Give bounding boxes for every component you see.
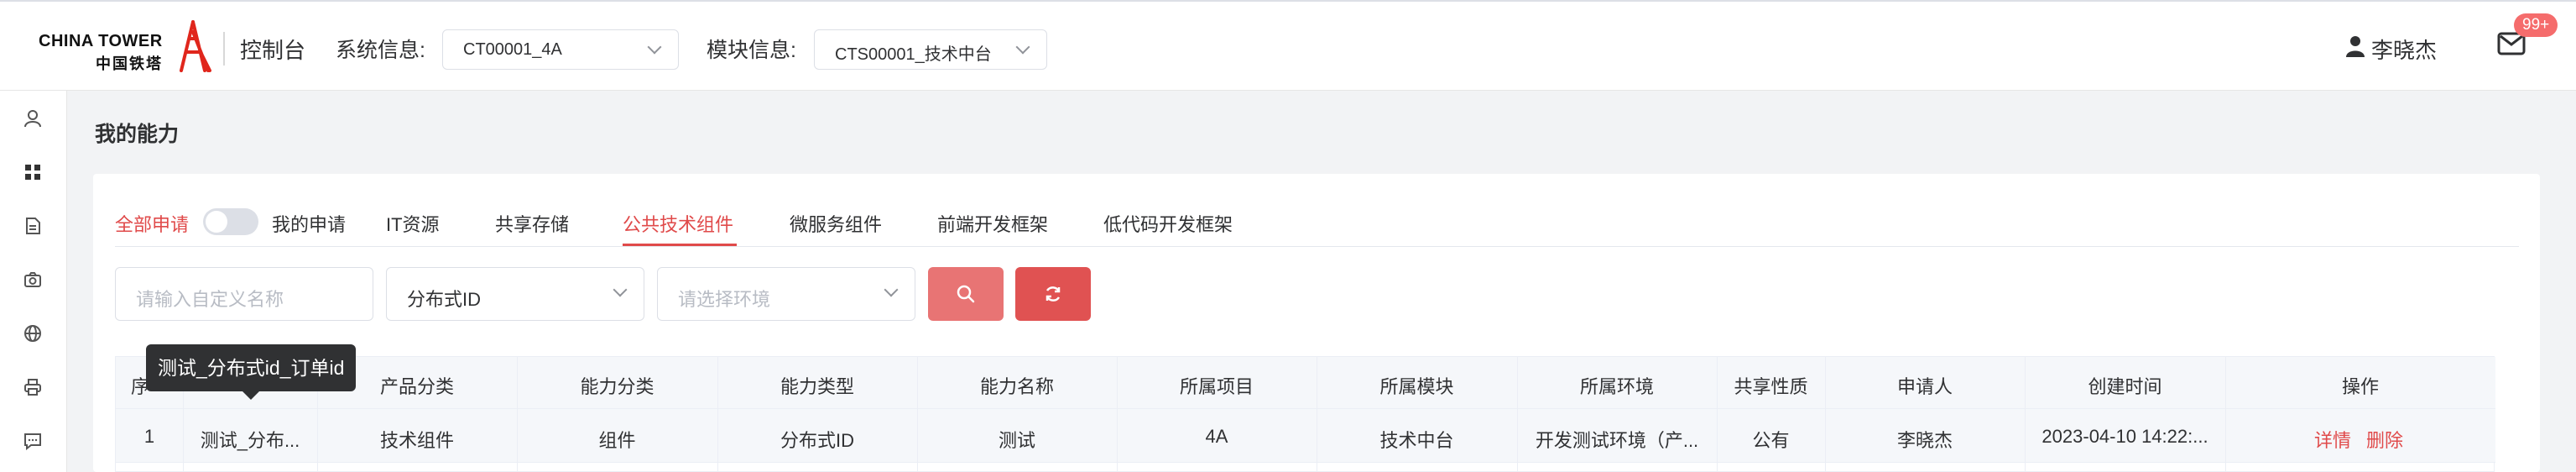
delete-link[interactable]: 删除 (2366, 426, 2403, 453)
app-page: CHINA TOWER 中国铁塔 控制台 系统信息: CT00001_4A 模块… (0, 0, 2576, 472)
logo-chinese: 中国铁塔 (96, 55, 163, 72)
cell-ability-name: 测试 (998, 430, 1035, 451)
globe-icon[interactable] (23, 324, 42, 343)
cell-environment: 开发测试环境（产... (1535, 430, 1699, 451)
console-title[interactable]: 控制台 (240, 34, 305, 65)
logo-english: CHINA TOWER (39, 32, 163, 50)
module-select[interactable]: CTS00001_技术中台 (814, 29, 1047, 70)
module-select-value: CTS00001_技术中台 (835, 45, 992, 64)
col-header-actions: 操作 (2341, 376, 2379, 397)
col-header-ability-name: 能力名称 (979, 376, 1054, 397)
top-header: CHINA TOWER 中国铁塔 控制台 系统信息: CT00001_4A 模块… (0, 0, 2576, 91)
cell-module: 技术中台 (1379, 430, 1454, 451)
user-icon (2346, 36, 2365, 57)
user-icon[interactable] (23, 109, 42, 128)
cell-applicant: 李晓杰 (1896, 430, 1953, 451)
printer-icon[interactable] (23, 378, 42, 396)
module-info-label: 模块信息: (707, 39, 796, 62)
cell-index: 1 (143, 426, 155, 447)
custom-name-input[interactable]: 请输入自定义名称 (115, 267, 373, 321)
sidebar (0, 91, 67, 472)
mail-badge: 99+ (2514, 13, 2558, 37)
tab-all-applications[interactable]: 全部申请 (115, 210, 189, 237)
col-header-share: 共享性质 (1734, 376, 1808, 397)
tab-microservice-components[interactable]: 微服务组件 (790, 210, 882, 237)
cell-type: 分布式ID (780, 430, 854, 451)
header-divider (223, 32, 225, 66)
col-header-module: 所属模块 (1379, 376, 1454, 397)
component-type-select[interactable]: 分布式ID (386, 267, 644, 321)
cell-category: 组件 (598, 430, 636, 451)
tabs-divider (115, 246, 2519, 247)
environment-placeholder: 请选择环境 (678, 289, 771, 310)
system-select[interactable]: CT00001_4A (442, 29, 679, 70)
page-title: 我的能力 (95, 123, 180, 146)
active-tab-indicator (623, 244, 737, 246)
col-header-type: 能力类型 (780, 376, 854, 397)
grid-icon[interactable] (23, 163, 42, 181)
tab-public-tech-components[interactable]: 公共技术组件 (623, 210, 733, 237)
chevron-down-icon (647, 39, 662, 55)
reset-button[interactable] (1015, 267, 1091, 321)
refresh-icon (1046, 286, 1061, 302)
col-header-category: 能力分类 (580, 376, 654, 397)
ability-table: 序 产品分类 能力分类 能力类型 能力名称 所属项目 所属模块 所属环境 共享性… (115, 356, 2495, 472)
tooltip-arrow (242, 391, 259, 400)
user-name: 李晓杰 (2371, 38, 2438, 63)
chat-icon[interactable] (23, 432, 42, 450)
chevron-down-icon (884, 282, 899, 297)
search-button[interactable] (928, 267, 1004, 321)
tab-frontend-framework[interactable]: 前端开发框架 (937, 210, 1048, 237)
component-type-value: 分布式ID (407, 289, 482, 310)
col-header-project: 所属项目 (1179, 376, 1254, 397)
col-header-environment: 所属环境 (1579, 376, 1654, 397)
custom-name-placeholder: 请输入自定义名称 (136, 289, 284, 310)
cell-created: 2023-04-10 14:22:... (2042, 426, 2208, 447)
detail-link[interactable]: 详情 (2314, 426, 2351, 453)
cell-name[interactable]: 测试_分布... (183, 426, 317, 453)
system-select-value: CT00001_4A (463, 40, 562, 59)
name-tooltip: 测试_分布式id_订单id (146, 344, 357, 391)
col-header-created: 创建时间 (2088, 376, 2162, 397)
toggle-knob (206, 211, 227, 233)
mine-toggle[interactable] (203, 208, 258, 235)
chevron-down-icon (613, 282, 628, 297)
chevron-down-icon (1015, 39, 1030, 55)
camera-icon[interactable] (23, 270, 42, 289)
document-icon[interactable] (23, 217, 42, 235)
cell-project: 4A (1205, 426, 1228, 447)
tab-lowcode-framework[interactable]: 低代码开发框架 (1103, 210, 1233, 237)
tab-my-applications[interactable]: 我的申请 (272, 210, 346, 237)
system-info-label: 系统信息: (336, 39, 425, 62)
tower-mark-icon (180, 20, 211, 72)
search-icon (957, 285, 975, 303)
tab-shared-storage[interactable]: 共享存储 (495, 210, 569, 237)
tab-it-resources[interactable]: IT资源 (386, 210, 440, 237)
environment-select[interactable]: 请选择环境 (657, 267, 915, 321)
cell-product: 技术组件 (379, 430, 454, 451)
cell-share: 公有 (1752, 430, 1790, 451)
china-tower-logo[interactable]: CHINA TOWER 中国铁塔 (39, 20, 215, 72)
col-header-applicant: 申请人 (1896, 376, 1953, 397)
